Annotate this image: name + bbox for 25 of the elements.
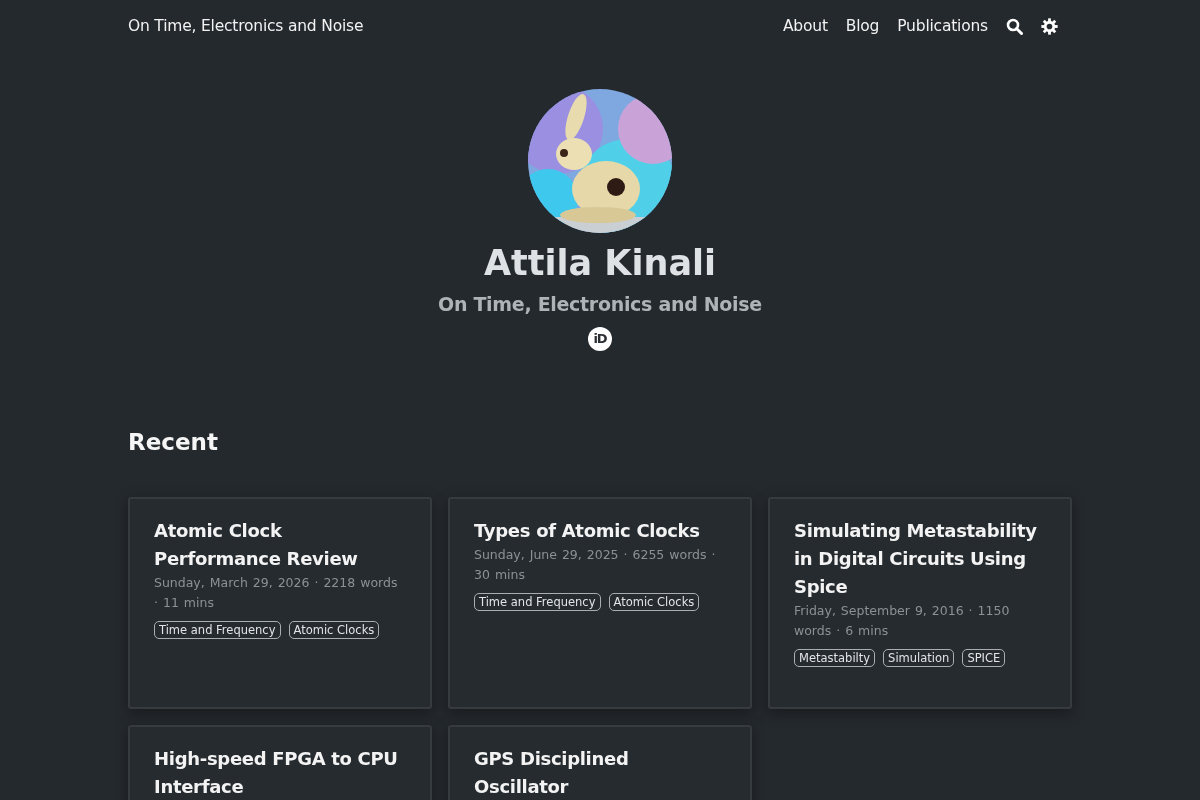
post-meta: Sunday, June 29, 2025 · 6255 words · 30 mins <box>474 545 717 584</box>
author-name: Attila Kinali <box>484 242 716 285</box>
tag[interactable]: SPICE <box>962 648 1006 667</box>
author-subtitle: On Time, Electronics and Noise <box>438 292 762 315</box>
nav-link[interactable]: About <box>782 17 828 35</box>
post-title[interactable]: Simulating Metastability in Digital Circuits Using Spice <box>794 516 1046 601</box>
nav-link[interactable]: Blog <box>845 17 880 35</box>
tag[interactable]: Simulation <box>883 648 955 667</box>
tag[interactable]: Atomic Clocks <box>608 592 700 611</box>
nav-link[interactable]: Publications <box>897 17 988 35</box>
post-meta: Friday, September 9, 2016 · 1150 words · 6 mins <box>794 601 1011 640</box>
post-title[interactable]: Atomic Clock Performance Review <box>154 516 406 573</box>
tag[interactable]: Atomic Clocks <box>288 620 380 639</box>
tag[interactable]: Time and Frequency <box>154 620 281 639</box>
post-title[interactable]: High-speed FPGA to CPU Interface <box>154 744 406 800</box>
post-meta: Sunday, March 29, 2026 · 2218 words · 11 mins <box>154 573 399 612</box>
site-title[interactable]: On Time, Electronics and Noise <box>128 17 364 35</box>
tag[interactable]: Metastabilty <box>794 648 876 667</box>
post-title[interactable]: GPS Disciplined Oscillator <box>474 744 726 800</box>
tag[interactable]: Time and Frequency <box>474 592 601 611</box>
post-title[interactable]: Types of Atomic Clocks <box>474 516 726 545</box>
search-icon[interactable] <box>1006 17 1023 35</box>
gear-icon[interactable] <box>1041 17 1058 35</box>
section-heading: Recent <box>128 428 219 455</box>
orcid-link[interactable]: iD <box>588 326 612 351</box>
